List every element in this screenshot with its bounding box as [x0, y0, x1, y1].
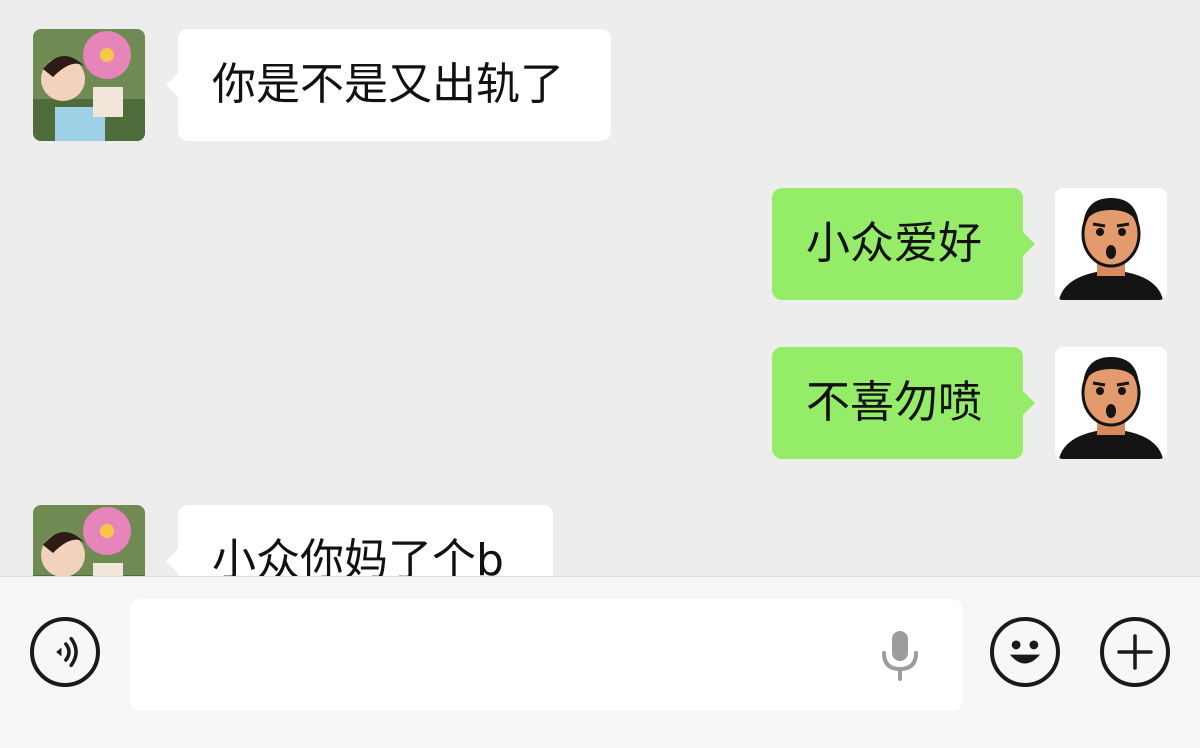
girl-flower-avatar[interactable] — [33, 29, 145, 141]
cartoon-man-avatar[interactable] — [1055, 347, 1167, 459]
cartoon-man-avatar-image — [1055, 347, 1167, 459]
outgoing-message-bubble[interactable]: 小众爱好 — [772, 188, 1035, 300]
incoming-message-bubble[interactable]: 小众你妈了个b — [166, 505, 553, 576]
girl-flower-avatar-image — [33, 505, 145, 576]
cartoon-man-avatar[interactable] — [1055, 188, 1167, 300]
outgoing-message-bubble[interactable]: 不喜勿喷 — [772, 347, 1035, 459]
voice-icon[interactable] — [30, 617, 100, 687]
incoming-message-bubble[interactable]: 你是不是又出轨了 — [166, 29, 611, 141]
girl-flower-avatar[interactable] — [33, 505, 145, 576]
cartoon-man-avatar-image — [1055, 188, 1167, 300]
emoji-icon[interactable] — [990, 617, 1060, 687]
plus-icon[interactable] — [1100, 617, 1170, 687]
chat-input-bar — [0, 576, 1200, 748]
microphone-icon[interactable] — [878, 629, 922, 681]
chat-message-list: 你是不是又出轨了 小众爱好 不喜勿喷 小众你妈了个b — [0, 0, 1200, 576]
girl-flower-avatar-image — [33, 29, 145, 141]
message-input[interactable] — [130, 599, 962, 711]
